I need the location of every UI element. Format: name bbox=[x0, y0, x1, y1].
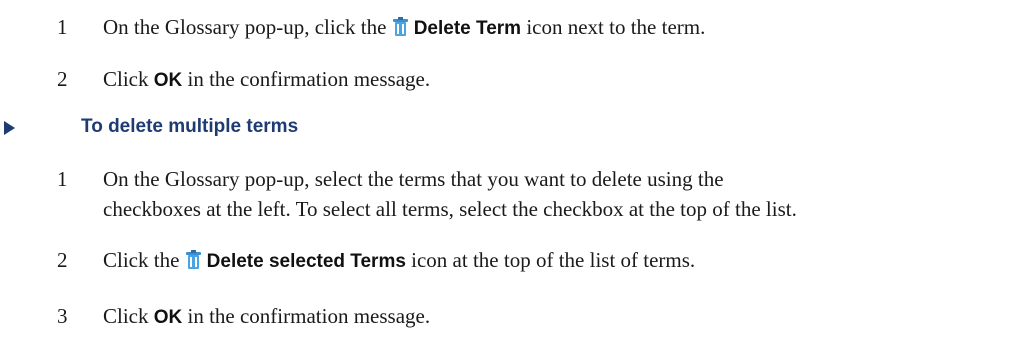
ok-label: OK bbox=[153, 70, 183, 91]
step-text-line: checkboxes at the left. To select all te… bbox=[103, 197, 797, 221]
step-number: 2 bbox=[57, 248, 68, 272]
step-text: Click OK in the confirmation message. bbox=[103, 67, 431, 91]
step-number: 3 bbox=[57, 304, 68, 328]
triangle-bullet-icon bbox=[4, 121, 15, 135]
delete-term-label: Delete Term bbox=[413, 18, 522, 39]
step-text: On the Glossary pop-up, click the Delete… bbox=[103, 15, 706, 39]
trash-icon bbox=[392, 17, 408, 36]
step-text: Click the Delete selected Terms icon at … bbox=[103, 248, 696, 272]
step-text: On the Glossary pop-up, select the terms… bbox=[103, 164, 1009, 224]
step-number: 1 bbox=[57, 15, 68, 39]
section-heading-text: To delete multiple terms bbox=[81, 116, 299, 137]
step-number: 1 bbox=[57, 167, 68, 191]
step-text: Click OK in the confirmation message. bbox=[103, 304, 431, 328]
trash-icon bbox=[185, 250, 201, 269]
delete-selected-terms-label: Delete selected Terms bbox=[206, 251, 406, 272]
step-number: 2 bbox=[57, 67, 68, 91]
ok-label: OK bbox=[153, 307, 183, 328]
step-text-line: On the Glossary pop-up, select the terms… bbox=[103, 167, 724, 191]
